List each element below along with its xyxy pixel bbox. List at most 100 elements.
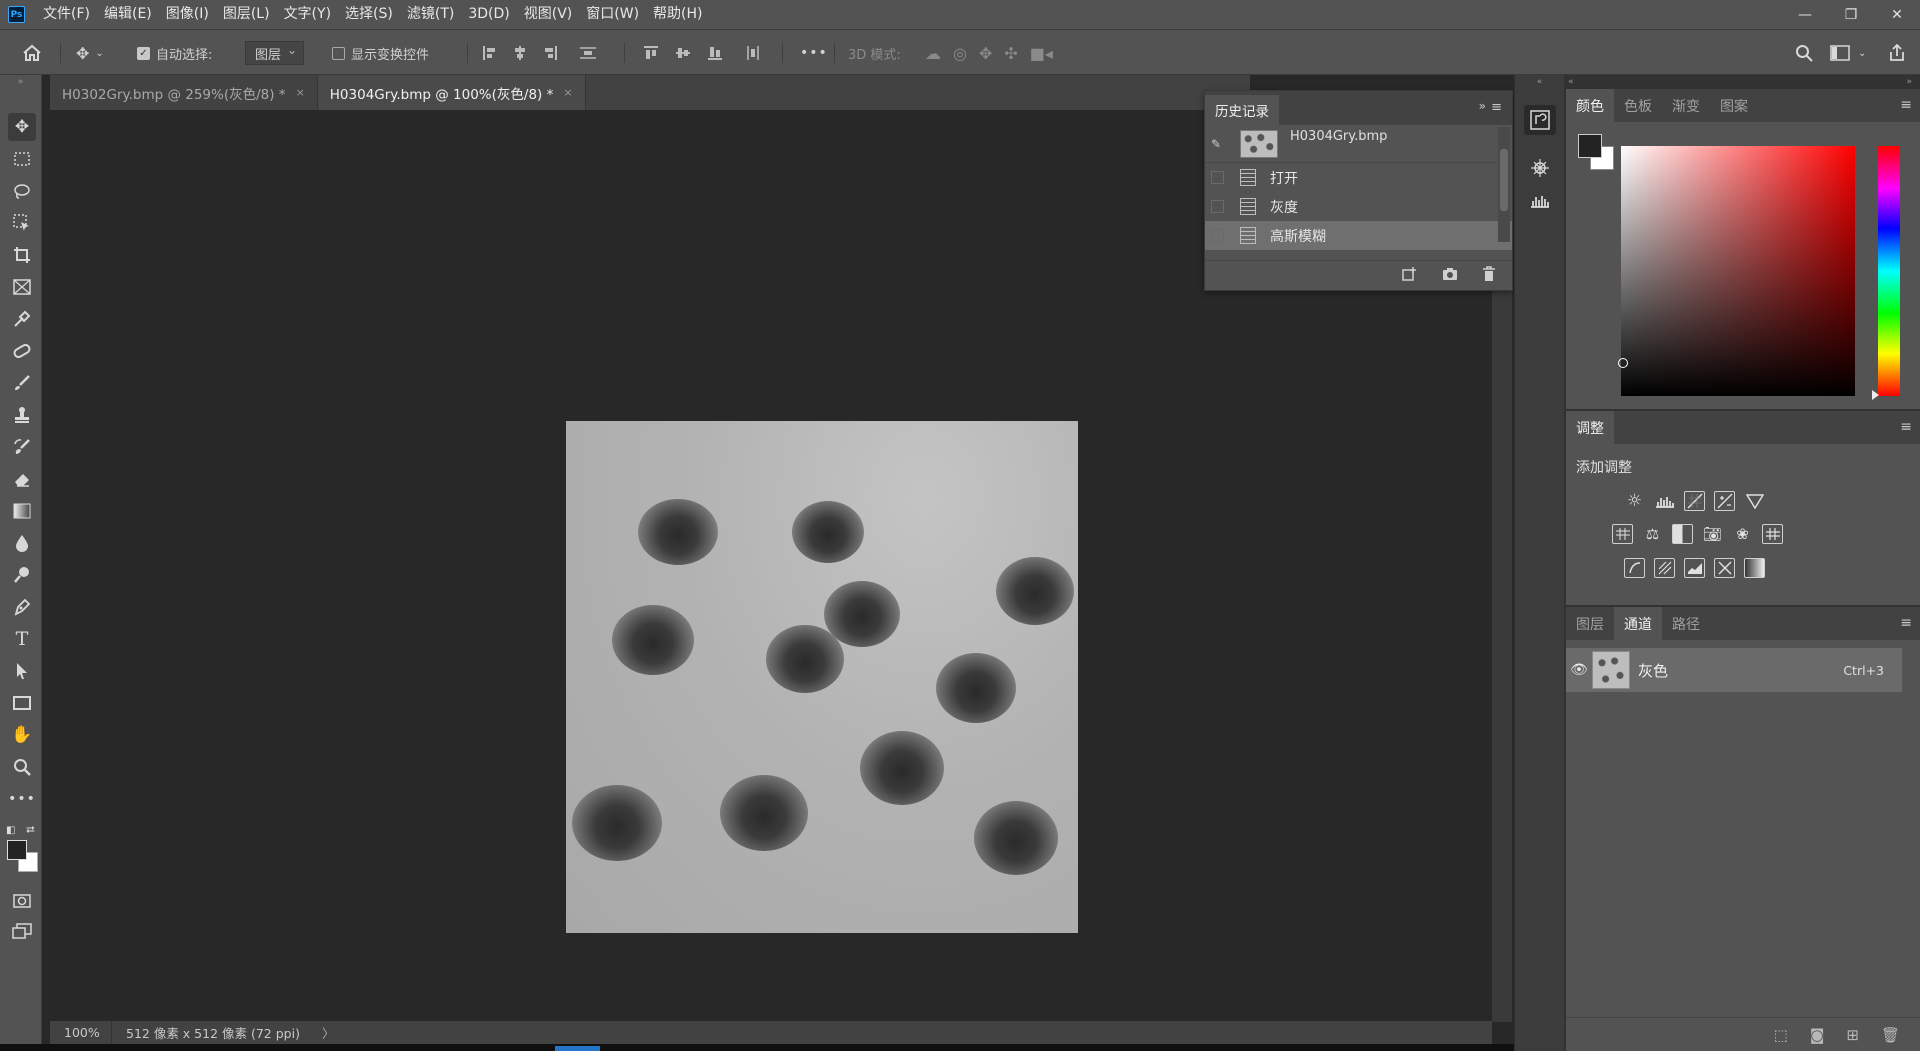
gradient-map-icon[interactable] (1744, 558, 1765, 578)
screen-mode-icon[interactable] (8, 917, 36, 945)
invert-icon[interactable] (1624, 558, 1645, 578)
panel-grip-icon[interactable]: » (0, 75, 41, 89)
vibrance-icon[interactable] (1744, 491, 1765, 511)
show-transform-checkbox[interactable]: 显示变换控件 (332, 30, 429, 76)
brightness-icon[interactable]: ☼ (1624, 491, 1645, 511)
visibility-eye-icon[interactable]: 👁︎ (1566, 662, 1592, 678)
history-source-checkbox[interactable] (1211, 171, 1224, 184)
tab-paths[interactable]: 路径 (1662, 607, 1710, 640)
3d-roll-icon[interactable]: ◎ (953, 44, 967, 63)
auto-select-checkbox[interactable]: ✓ 自动选择: (137, 30, 212, 76)
crop-tool-icon[interactable] (8, 241, 36, 269)
dodge-tool-icon[interactable] (8, 561, 36, 589)
history-panel-icon[interactable] (1524, 105, 1556, 135)
history-snapshot[interactable]: ✎ H0304Gry.bmp (1205, 125, 1512, 163)
tab-document-h0304[interactable]: H0304Gry.bmp @ 100%(灰色/8) * × (317, 75, 586, 110)
tab-document-h0302[interactable]: H0302Gry.bmp @ 259%(灰色/8) * × (50, 75, 318, 110)
properties-panel-icon[interactable] (1524, 153, 1556, 183)
quick-mask-icon[interactable] (8, 887, 36, 915)
menu-3d[interactable]: 3D(D) (461, 0, 516, 29)
history-item-selected[interactable]: 高斯模糊 (1205, 221, 1512, 250)
type-tool-icon[interactable]: T (8, 625, 36, 653)
history-brush-tool-icon[interactable] (8, 433, 36, 461)
menu-layer[interactable]: 图层(L) (216, 0, 277, 29)
load-channel-as-selection-icon[interactable]: ⬚ (1774, 1026, 1788, 1044)
selective-color-icon[interactable] (1714, 558, 1735, 578)
tab-history[interactable]: 历史记录 (1205, 95, 1279, 125)
move-tool-preset-icon[interactable]: ✥ ⌄ (76, 30, 104, 76)
zoom-tool-icon[interactable] (8, 753, 36, 781)
exposure-icon[interactable] (1714, 491, 1735, 511)
tab-color[interactable]: 颜色 (1566, 89, 1614, 122)
zoom-level[interactable]: 100% (50, 1021, 112, 1044)
menu-type[interactable]: 文字(Y) (277, 0, 338, 29)
menu-image[interactable]: 图像(I) (159, 0, 216, 29)
menu-filter[interactable]: 滤镜(T) (400, 0, 461, 29)
object-select-tool-icon[interactable] (8, 209, 36, 237)
eyedropper-tool-icon[interactable] (8, 305, 36, 333)
tab-swatches[interactable]: 色板 (1614, 89, 1662, 122)
menu-window[interactable]: 窗口(W) (579, 0, 646, 29)
gradient-tool-icon[interactable] (8, 497, 36, 525)
hand-tool-icon[interactable]: ✋ (8, 721, 36, 749)
path-selection-tool-icon[interactable] (8, 657, 36, 685)
menu-view[interactable]: 视图(V) (517, 0, 580, 29)
distribute-vertical-icon[interactable] (579, 45, 597, 61)
color-balance-icon[interactable]: ⚖ (1642, 524, 1663, 544)
close-tab-icon[interactable]: × (563, 86, 572, 99)
menu-help[interactable]: 帮助(H) (646, 0, 709, 29)
panel-menu-icon[interactable]: ≡ (1900, 615, 1912, 631)
panel-menu-icon[interactable]: ≡ (1900, 97, 1912, 113)
3d-scale-icon[interactable]: ■◂ (1030, 44, 1053, 63)
hue-slider-handle-icon[interactable] (1872, 390, 1879, 400)
tab-channels[interactable]: 通道 (1614, 607, 1662, 640)
posterize-icon[interactable] (1654, 558, 1675, 578)
brush-tool-icon[interactable] (8, 369, 36, 397)
tab-layers[interactable]: 图层 (1566, 607, 1614, 640)
align-top-icon[interactable] (643, 46, 659, 60)
tab-patterns[interactable]: 图案 (1710, 89, 1758, 122)
scrollbar-thumb[interactable] (1500, 149, 1508, 211)
document-image[interactable] (566, 421, 1078, 933)
align-vcenter-icon[interactable] (675, 46, 691, 60)
histogram-panel-icon[interactable] (1524, 185, 1556, 215)
eraser-tool-icon[interactable] (8, 465, 36, 493)
delete-channel-icon[interactable]: 🗑︎ (1881, 1026, 1900, 1044)
channel-row-gray[interactable]: 👁︎ 灰色 Ctrl+3 (1566, 648, 1902, 692)
restore-button[interactable]: ❐ (1828, 0, 1874, 29)
menu-edit[interactable]: 编辑(E) (97, 0, 159, 29)
color-lookup-icon[interactable] (1762, 524, 1783, 544)
move-tool-icon[interactable]: ✥ (8, 113, 36, 141)
trash-icon[interactable] (1482, 265, 1496, 286)
rectangle-tool-icon[interactable] (8, 689, 36, 717)
minimize-button[interactable]: — (1782, 0, 1828, 29)
new-channel-icon[interactable]: ⊞ (1846, 1026, 1859, 1044)
menu-file[interactable]: 文件(F) (36, 0, 97, 29)
share-icon[interactable] (1888, 30, 1906, 76)
tab-adjustments[interactable]: 调整 (1566, 411, 1614, 444)
3d-pan-icon[interactable]: ✥ (979, 44, 992, 63)
collapse-panel-icon[interactable]: » (1479, 99, 1486, 113)
save-selection-as-channel-icon[interactable]: ◙ (1810, 1026, 1825, 1044)
curves-icon[interactable] (1684, 491, 1705, 511)
3d-orbit-icon[interactable]: ☁ (925, 44, 941, 63)
align-hcenter-icon[interactable] (513, 45, 527, 61)
marquee-tool-icon[interactable] (8, 145, 36, 173)
align-bottom-icon[interactable] (707, 46, 723, 60)
default-colors-icon[interactable]: ◧ (6, 825, 15, 836)
expand-panels-icon[interactable]: « (1515, 75, 1564, 89)
saturation-value-field[interactable] (1618, 146, 1855, 396)
clone-stamp-tool-icon[interactable] (8, 401, 36, 429)
edit-toolbar-icon[interactable]: ••• (8, 785, 36, 813)
levels-icon[interactable] (1654, 491, 1675, 511)
align-left-icon[interactable] (483, 45, 497, 61)
align-right-icon[interactable] (543, 45, 557, 61)
more-options-button[interactable]: ••• (800, 30, 828, 76)
panel-menu-icon[interactable]: ≡ (1900, 419, 1912, 435)
frame-tool-icon[interactable] (8, 273, 36, 301)
foreground-color-swatch[interactable] (7, 840, 27, 860)
new-document-from-state-icon[interactable] (1402, 266, 1418, 286)
status-menu-arrow-icon[interactable]: 〉 (322, 1023, 335, 1042)
hue-slider[interactable] (1878, 146, 1900, 396)
swap-colors-icon[interactable]: ⮂ (26, 823, 35, 837)
